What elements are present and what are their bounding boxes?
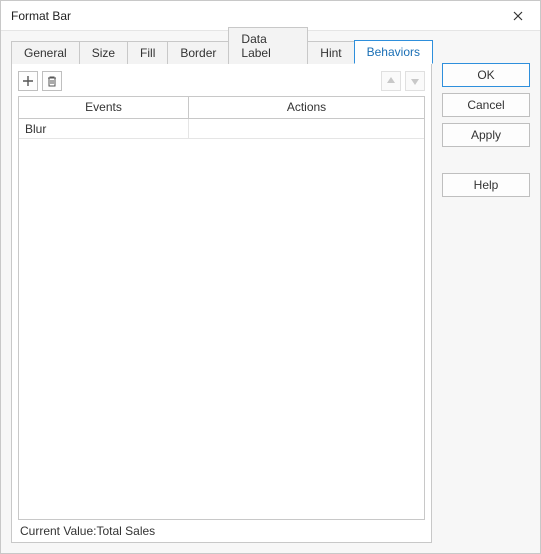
cell-action[interactable] xyxy=(189,119,424,138)
status-value: Total Sales xyxy=(96,524,155,538)
window-title: Format Bar xyxy=(11,9,71,23)
help-button[interactable]: Help xyxy=(442,173,530,197)
close-icon xyxy=(513,11,523,21)
cell-event[interactable]: Blur xyxy=(19,119,189,138)
tab-behaviors[interactable]: Behaviors xyxy=(354,40,433,64)
status-label: Current Value: xyxy=(20,524,96,538)
tab-strip: General Size Fill Border Data Label Hint… xyxy=(11,39,432,63)
toolbar xyxy=(18,70,425,92)
tab-border[interactable]: Border xyxy=(167,41,229,64)
behaviors-grid: Events Actions Blur xyxy=(18,96,425,520)
tab-fill[interactable]: Fill xyxy=(127,41,168,64)
move-up-button[interactable] xyxy=(381,71,401,91)
cancel-button[interactable]: Cancel xyxy=(442,93,530,117)
button-column: OK Cancel Apply Help xyxy=(442,39,530,543)
left-pane: General Size Fill Border Data Label Hint… xyxy=(11,39,432,543)
arrow-up-icon xyxy=(385,75,397,87)
col-header-actions[interactable]: Actions xyxy=(189,97,424,118)
table-row[interactable]: Blur xyxy=(19,119,424,139)
grid-body: Blur xyxy=(19,119,424,519)
arrow-down-icon xyxy=(409,75,421,87)
trash-icon xyxy=(46,75,58,87)
plus-icon xyxy=(22,75,34,87)
status-bar: Current Value:Total Sales xyxy=(18,524,425,538)
delete-button[interactable] xyxy=(42,71,62,91)
format-bar-dialog: Format Bar General Size Fill Border Data… xyxy=(0,0,541,554)
move-down-button[interactable] xyxy=(405,71,425,91)
close-button[interactable] xyxy=(504,5,532,27)
col-header-events[interactable]: Events xyxy=(19,97,189,118)
apply-button[interactable]: Apply xyxy=(442,123,530,147)
behaviors-panel: Events Actions Blur Current Value:Total … xyxy=(11,63,432,543)
add-button[interactable] xyxy=(18,71,38,91)
ok-button[interactable]: OK xyxy=(442,63,530,87)
tab-data-label[interactable]: Data Label xyxy=(228,27,308,64)
tab-size[interactable]: Size xyxy=(79,41,128,64)
dialog-body: General Size Fill Border Data Label Hint… xyxy=(1,31,540,553)
tab-general[interactable]: General xyxy=(11,41,80,64)
grid-header: Events Actions xyxy=(19,97,424,119)
tab-hint[interactable]: Hint xyxy=(307,41,354,64)
